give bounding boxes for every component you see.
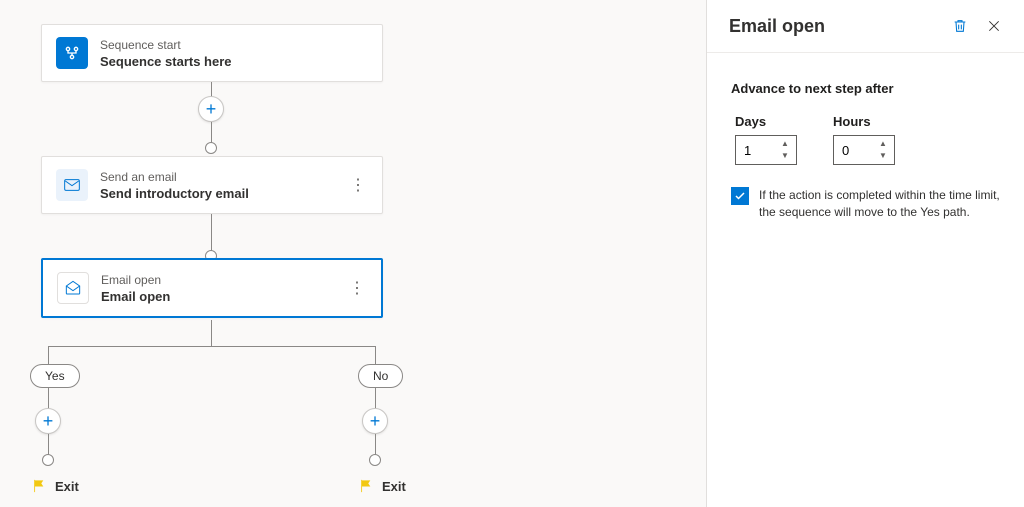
exit-yes[interactable]: Exit (31, 478, 79, 494)
connector-node (205, 142, 217, 154)
days-input[interactable] (736, 136, 776, 164)
close-button[interactable] (982, 14, 1006, 38)
advance-label: Advance to next step after (731, 81, 1000, 96)
branch-no[interactable]: No (358, 364, 403, 388)
node-email-open[interactable]: Email open Email open ⋮ (41, 258, 383, 318)
exit-no[interactable]: Exit (358, 478, 406, 494)
hours-label: Hours (833, 114, 895, 129)
kebab-menu[interactable]: ⋮ (347, 278, 367, 298)
flag-icon (358, 478, 374, 494)
add-step-no-button[interactable]: + (362, 408, 388, 434)
kebab-menu[interactable]: ⋮ (348, 175, 368, 195)
hours-input[interactable] (834, 136, 874, 164)
days-up[interactable]: ▲ (776, 138, 794, 150)
node-title: Email open (101, 289, 347, 304)
panel-title: Email open (729, 16, 938, 37)
days-down[interactable]: ▼ (776, 150, 794, 162)
exit-label: Exit (55, 479, 79, 494)
node-label: Email open (101, 273, 347, 287)
node-title: Send introductory email (100, 186, 348, 201)
envelope-icon (56, 169, 88, 201)
add-step-yes-button[interactable]: + (35, 408, 61, 434)
hours-stepper[interactable]: ▲ ▼ (833, 135, 895, 165)
branch-yes[interactable]: Yes (30, 364, 80, 388)
node-label: Send an email (100, 170, 348, 184)
node-label: Sequence start (100, 38, 368, 52)
hours-field: Hours ▲ ▼ (833, 114, 895, 165)
delete-button[interactable] (948, 14, 972, 38)
open-envelope-icon (57, 272, 89, 304)
days-stepper[interactable]: ▲ ▼ (735, 135, 797, 165)
hours-up[interactable]: ▲ (874, 138, 892, 150)
properties-panel: Email open Advance to next step after Da… (706, 0, 1024, 507)
connector-node (369, 454, 381, 466)
days-label: Days (735, 114, 797, 129)
connector-node (42, 454, 54, 466)
auto-advance-note: If the action is completed within the ti… (759, 187, 1000, 221)
flow-canvas: Sequence start Sequence starts here + Se… (0, 0, 706, 507)
exit-label: Exit (382, 479, 406, 494)
auto-advance-checkbox[interactable] (731, 187, 749, 205)
node-sequence-start[interactable]: Sequence start Sequence starts here (41, 24, 383, 82)
flag-icon (31, 478, 47, 494)
add-step-button[interactable]: + (198, 96, 224, 122)
node-title: Sequence starts here (100, 54, 368, 69)
hours-down[interactable]: ▼ (874, 150, 892, 162)
workflow-icon (56, 37, 88, 69)
days-field: Days ▲ ▼ (735, 114, 797, 165)
node-send-email[interactable]: Send an email Send introductory email ⋮ (41, 156, 383, 214)
